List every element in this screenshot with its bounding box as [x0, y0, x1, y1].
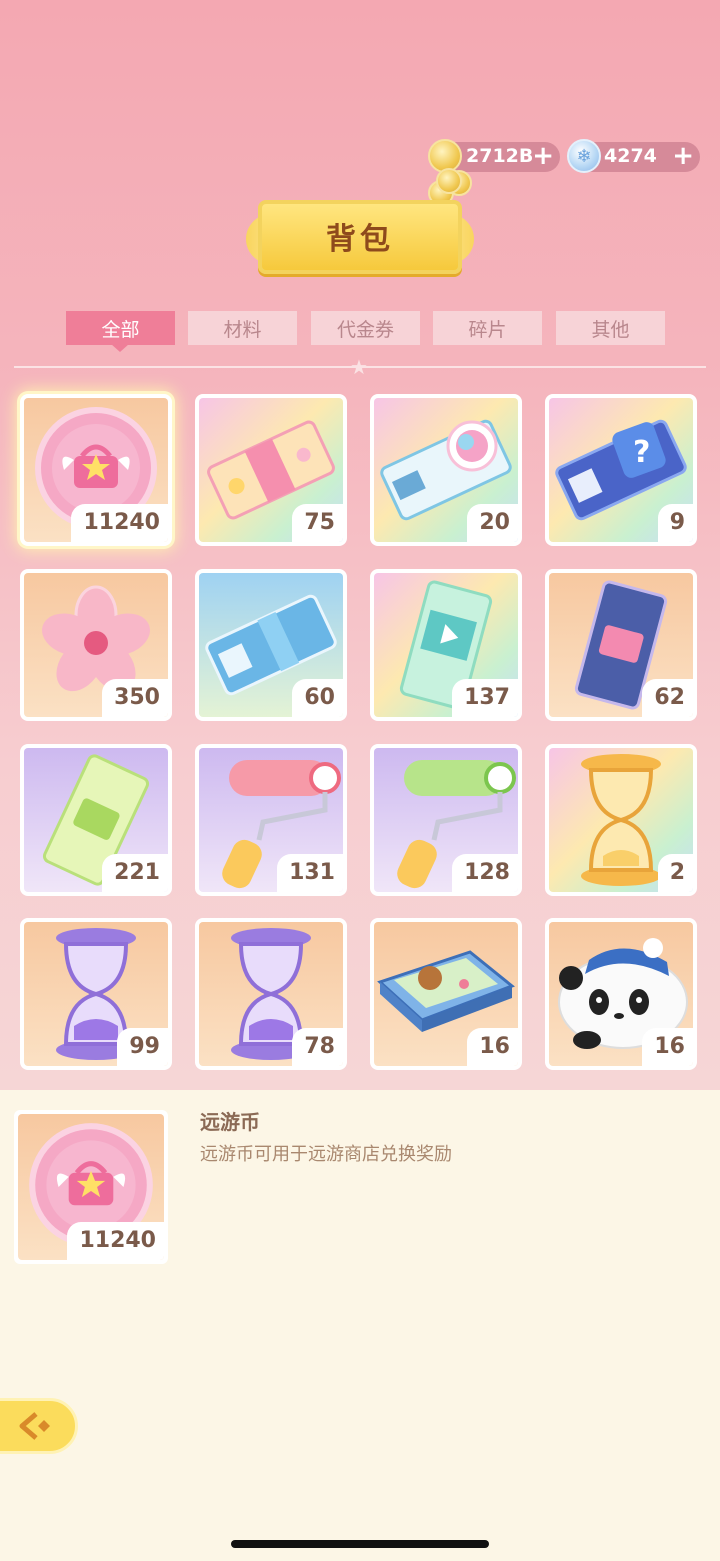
detail-item-count: 11240 [67, 1222, 164, 1260]
inventory-slot[interactable]: 2 [545, 744, 697, 896]
tab-fragments[interactable]: 碎片 [433, 311, 542, 345]
item-count: 9 [657, 504, 693, 542]
gem-counter[interactable]: ❄ 4274 + [567, 139, 700, 173]
svg-text:?: ? [633, 435, 650, 470]
item-count: 2 [657, 854, 693, 892]
item-count: 137 [452, 679, 518, 717]
item-count: 11240 [71, 504, 168, 542]
inventory-slot[interactable]: 60 [195, 569, 347, 721]
detail-item-description: 远游币可用于远游商店兑换奖励 [200, 1144, 452, 1165]
tab-materials[interactable]: 材料 [188, 311, 297, 345]
item-count: 16 [467, 1028, 518, 1066]
item-count: 128 [452, 854, 518, 892]
item-count: 78 [292, 1028, 343, 1066]
add-gold-button[interactable]: + [532, 142, 554, 170]
item-count: 20 [467, 504, 518, 542]
inventory-slot[interactable]: 350 [20, 569, 172, 721]
item-count: 99 [117, 1028, 168, 1066]
inventory-slot[interactable]: 16 [545, 918, 697, 1070]
page-title: 背包 [326, 222, 394, 257]
inventory-slot[interactable]: 75 [195, 394, 347, 546]
item-count: 16 [642, 1028, 693, 1066]
inventory-slot[interactable]: 128 [370, 744, 522, 896]
inventory-slot[interactable]: 131 [195, 744, 347, 896]
item-count: 75 [292, 504, 343, 542]
detail-item-slot: 11240 [14, 1110, 168, 1264]
item-count: 62 [642, 679, 693, 717]
inventory-slot[interactable]: ? 9 [545, 394, 697, 546]
tab-all[interactable]: 全部 [66, 311, 175, 345]
home-indicator[interactable] [231, 1540, 489, 1548]
inventory-slot[interactable]: 11240 [20, 394, 172, 546]
inventory-slot[interactable]: 16 [370, 918, 522, 1070]
item-count: 221 [102, 854, 168, 892]
inventory-slot[interactable]: 137 [370, 569, 522, 721]
item-count: 350 [102, 679, 168, 717]
inventory-slot[interactable]: 20 [370, 394, 522, 546]
tab-indicator [111, 344, 129, 352]
gem-value: 4274 [604, 145, 657, 167]
inventory-slot[interactable]: 99 [20, 918, 172, 1070]
detail-item-name: 远游币 [200, 1110, 260, 1134]
inventory-slot[interactable]: 78 [195, 918, 347, 1070]
tab-other[interactable]: 其他 [556, 311, 665, 345]
gem-icon: ❄ [567, 139, 601, 173]
gold-value: 2712B [466, 145, 534, 167]
add-gem-button[interactable]: + [672, 142, 694, 170]
star-icon: ★ [350, 355, 368, 379]
tab-vouchers[interactable]: 代金券 [311, 311, 420, 345]
item-count: 60 [292, 679, 343, 717]
inventory-slot[interactable]: 62 [545, 569, 697, 721]
inventory-slot[interactable]: 221 [20, 744, 172, 896]
item-count: 131 [277, 854, 343, 892]
back-button[interactable] [0, 1398, 78, 1454]
back-arrow-icon [19, 1412, 50, 1440]
